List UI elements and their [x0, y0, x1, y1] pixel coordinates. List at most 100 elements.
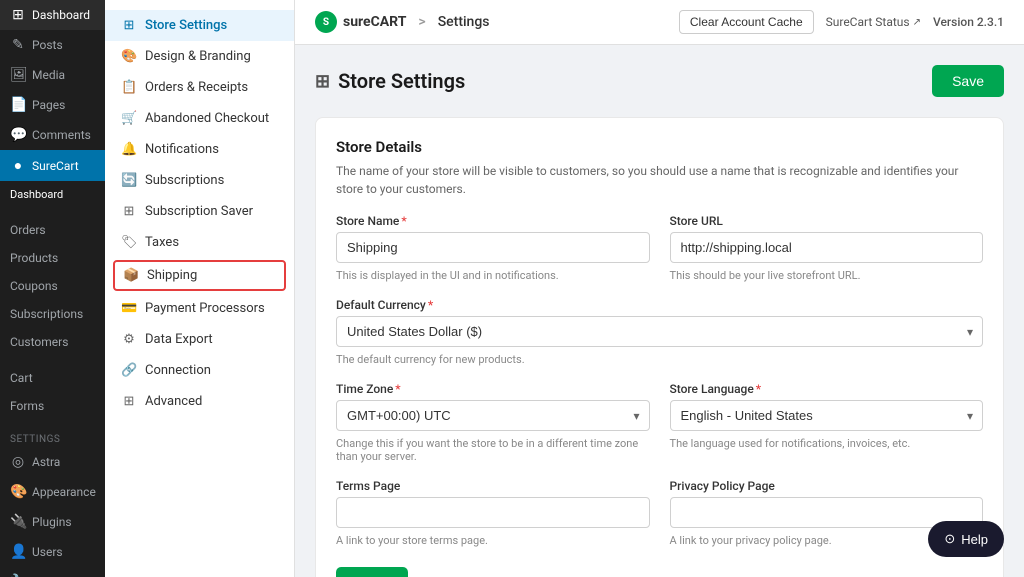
- currency-select-wrapper: United States Dollar ($): [336, 316, 983, 347]
- language-hint: The language used for notifications, inv…: [670, 437, 984, 450]
- sidebar-item-customers[interactable]: Customers: [0, 328, 105, 356]
- abandoned-checkout-icon: 🛒: [121, 111, 137, 126]
- sc-sidebar-item-connection[interactable]: 🔗 Connection: [105, 355, 294, 386]
- clear-cache-button[interactable]: Clear Account Cache: [679, 10, 814, 34]
- sc-sidebar-item-payment-processors[interactable]: 💳 Payment Processors: [105, 293, 294, 324]
- pages-icon: 📄: [10, 97, 26, 113]
- comments-icon: 💬: [10, 127, 26, 143]
- posts-icon: ✎: [10, 37, 26, 53]
- terms-page-group: Terms Page A link to your store terms pa…: [336, 479, 650, 547]
- sc-sidebar-item-subscription-saver[interactable]: ⊞ Subscription Saver: [105, 196, 294, 227]
- language-select-wrapper: English - United States: [670, 400, 984, 431]
- currency-required: *: [428, 298, 433, 312]
- media-icon: 🖼: [10, 67, 26, 83]
- sidebar-item-astra[interactable]: ◎ Astra: [0, 447, 105, 477]
- page-title-text: Store Settings: [338, 69, 465, 93]
- store-details-description: The name of your store will be visible t…: [336, 162, 983, 198]
- shipping-icon: 📦: [123, 268, 139, 283]
- sidebar-item-users[interactable]: 👤 Users: [0, 537, 105, 567]
- currency-label: Default Currency *: [336, 298, 983, 312]
- surecart-icon: ●: [10, 157, 26, 174]
- currency-select[interactable]: United States Dollar ($): [336, 316, 983, 347]
- language-group: Store Language * English - United States…: [670, 382, 984, 463]
- sidebar-item-pages[interactable]: 📄 Pages: [0, 90, 105, 120]
- sidebar-item-sc-dashboard[interactable]: Dashboard: [0, 181, 105, 208]
- sidebar-item-coupons[interactable]: Coupons: [0, 272, 105, 300]
- sc-sidebar-item-design-branding[interactable]: 🎨 Design & Branding: [105, 41, 294, 72]
- page-header: ⊞ Store Settings Save: [315, 65, 1004, 97]
- sc-sidebar-item-shipping[interactable]: 📦 Shipping: [113, 260, 286, 291]
- page-body: ⊞ Store Settings Save Store Details The …: [295, 45, 1024, 577]
- version-badge: Version 2.3.1: [933, 15, 1004, 29]
- store-url-hint: This should be your live storefront URL.: [670, 269, 984, 282]
- timezone-hint: Change this if you want the store to be …: [336, 437, 650, 463]
- app-logo: S sureCART: [315, 11, 406, 33]
- form-row-terms-privacy: Terms Page A link to your store terms pa…: [336, 479, 983, 547]
- sidebar-item-forms[interactable]: Forms: [0, 392, 105, 420]
- orders-receipts-icon: 📋: [121, 80, 137, 95]
- form-row-name-url: Store Name * This is displayed in the UI…: [336, 214, 983, 282]
- sc-sidebar-item-store-settings[interactable]: ⊞ Store Settings: [105, 10, 294, 41]
- subscriptions-icon: 🔄: [121, 173, 137, 188]
- currency-hint: The default currency for new products.: [336, 353, 983, 366]
- store-name-hint: This is displayed in the UI and in notif…: [336, 269, 650, 282]
- language-select[interactable]: English - United States: [670, 400, 984, 431]
- terms-page-label: Terms Page: [336, 479, 650, 493]
- sidebar-item-subscriptions[interactable]: Subscriptions: [0, 300, 105, 328]
- sidebar-item-comments[interactable]: 💬 Comments: [0, 120, 105, 150]
- sidebar-item-orders[interactable]: Orders: [0, 216, 105, 244]
- external-link-icon: ↗: [913, 17, 921, 28]
- sidebar-item-tools[interactable]: 🔧 Tools: [0, 567, 105, 577]
- plugins-icon: 🔌: [10, 514, 26, 530]
- sidebar-item-appearance[interactable]: 🎨 Appearance: [0, 477, 105, 507]
- dashboard-icon: ⊞: [10, 7, 26, 23]
- store-url-group: Store URL This should be your live store…: [670, 214, 984, 282]
- surecart-status-link[interactable]: SureCart Status ↗: [826, 15, 921, 29]
- terms-page-hint: A link to your store terms page.: [336, 534, 650, 547]
- breadcrumb-current: Settings: [438, 14, 490, 30]
- help-button-label: Help: [961, 532, 988, 547]
- sidebar-item-cart[interactable]: Cart: [0, 364, 105, 392]
- store-url-input[interactable]: [670, 232, 984, 263]
- sidebar-item-posts[interactable]: ✎ Posts: [0, 30, 105, 60]
- wp-sidebar: ⊞ Dashboard ✎ Posts 🖼 Media 📄 Pages 💬 Co…: [0, 0, 105, 577]
- save-button-bottom[interactable]: Save: [336, 567, 408, 577]
- form-row-tz-lang: Time Zone * GMT+00:00) UTC Change this i…: [336, 382, 983, 463]
- settings-section-label: Settings: [0, 428, 105, 447]
- sc-sidebar-item-taxes[interactable]: 🏷 Taxes: [105, 227, 294, 258]
- top-bar: S sureCART > Settings Clear Account Cach…: [295, 0, 1024, 45]
- store-name-label: Store Name *: [336, 214, 650, 228]
- currency-group: Default Currency * United States Dollar …: [336, 298, 983, 366]
- sc-sidebar-item-notifications[interactable]: 🔔 Notifications: [105, 134, 294, 165]
- data-export-icon: ⚙: [121, 332, 137, 347]
- notifications-icon: 🔔: [121, 142, 137, 157]
- timezone-select-wrapper: GMT+00:00) UTC: [336, 400, 650, 431]
- store-name-input[interactable]: [336, 232, 650, 263]
- save-button-top[interactable]: Save: [932, 65, 1004, 97]
- sidebar-item-media[interactable]: 🖼 Media: [0, 60, 105, 90]
- help-button[interactable]: ⊙ Help: [928, 521, 1004, 557]
- sc-sidebar-item-orders-receipts[interactable]: 📋 Orders & Receipts: [105, 72, 294, 103]
- sc-sidebar-item-abandoned-checkout[interactable]: 🛒 Abandoned Checkout: [105, 103, 294, 134]
- sidebar-item-products[interactable]: Products: [0, 244, 105, 272]
- appearance-icon: 🎨: [10, 484, 26, 500]
- connection-icon: 🔗: [121, 363, 137, 378]
- subscription-saver-icon: ⊞: [121, 204, 137, 219]
- sc-sidebar-item-data-export[interactable]: ⚙ Data Export: [105, 324, 294, 355]
- breadcrumb-arrow: >: [418, 14, 425, 30]
- language-label: Store Language *: [670, 382, 984, 396]
- store-details-title: Store Details: [336, 138, 983, 156]
- language-required: *: [756, 382, 761, 396]
- sc-sidebar-item-advanced[interactable]: ⊞ Advanced: [105, 386, 294, 417]
- terms-page-input[interactable]: [336, 497, 650, 528]
- sidebar-item-dashboard[interactable]: ⊞ Dashboard: [0, 0, 105, 30]
- sidebar-item-plugins[interactable]: 🔌 Plugins: [0, 507, 105, 537]
- store-name-required: *: [401, 214, 406, 228]
- logo-icon: S: [315, 11, 337, 33]
- store-name-group: Store Name * This is displayed in the UI…: [336, 214, 650, 282]
- sc-sidebar-item-subscriptions[interactable]: 🔄 Subscriptions: [105, 165, 294, 196]
- sc-sidebar: ⊞ Store Settings 🎨 Design & Branding 📋 O…: [105, 0, 295, 577]
- timezone-select[interactable]: GMT+00:00) UTC: [336, 400, 650, 431]
- page-title-icon: ⊞: [315, 71, 330, 92]
- sidebar-item-surecart[interactable]: ● SureCart: [0, 150, 105, 181]
